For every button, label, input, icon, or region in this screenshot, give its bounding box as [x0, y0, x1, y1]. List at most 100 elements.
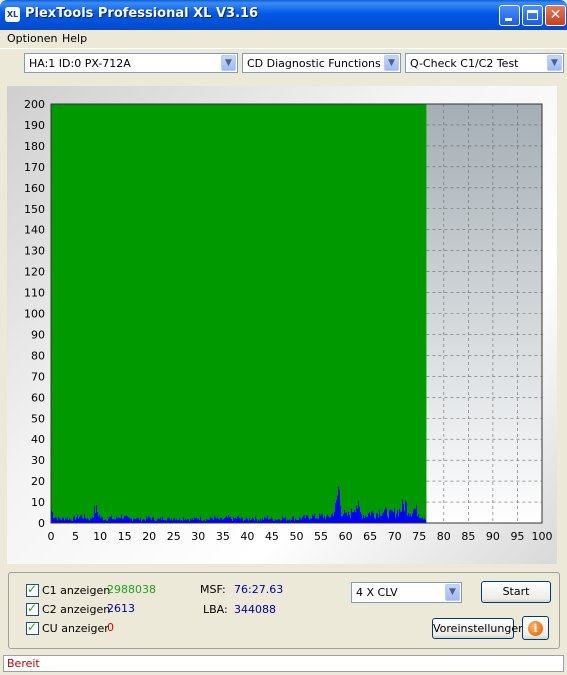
- menu-help[interactable]: Help: [62, 32, 87, 45]
- c1-bar: [69, 518, 70, 523]
- c1-bar: [63, 517, 64, 523]
- c1-bar: [160, 517, 161, 523]
- chevron-down-icon[interactable]: ▼: [445, 584, 460, 601]
- settings-button[interactable]: Voreinstellungen: [432, 618, 525, 639]
- c1-bar: [371, 511, 372, 523]
- c1-bar: [192, 518, 193, 523]
- function-select[interactable]: CD Diagnostic Functions ▼: [242, 53, 401, 73]
- c1-bar: [162, 516, 163, 523]
- c1-bar: [83, 518, 84, 523]
- c1-bar: [239, 518, 240, 523]
- c1-bar: [255, 516, 256, 523]
- y-tick-label: 20: [31, 475, 45, 488]
- c1-bar: [216, 518, 217, 523]
- c1-bar: [112, 519, 113, 523]
- x-tick-label: 20: [142, 530, 156, 543]
- c1-bar: [368, 513, 369, 523]
- c1-bar: [299, 517, 300, 523]
- c1-bar: [113, 519, 114, 523]
- c1-bar: [319, 513, 320, 523]
- c1-bar: [283, 518, 284, 523]
- cu-checkbox[interactable]: ✓: [26, 620, 39, 635]
- c1-bar: [105, 519, 106, 523]
- c1-bar: [393, 512, 394, 523]
- y-tick-label: 120: [24, 266, 45, 279]
- c1-bar: [185, 518, 186, 523]
- c1-bar: [209, 518, 210, 523]
- c1-bar: [370, 515, 371, 523]
- x-tick-label: 75: [412, 530, 426, 543]
- maximize-button[interactable]: [522, 5, 543, 26]
- x-tick-label: 15: [118, 530, 132, 543]
- c1-bar: [309, 519, 310, 523]
- c1-checkbox[interactable]: ✓: [26, 582, 39, 597]
- c1-bar: [266, 518, 267, 523]
- c1-bar: [359, 506, 360, 523]
- drive-select[interactable]: HA:1 ID:0 PX-712A ▼: [24, 53, 238, 73]
- c1-bar: [153, 517, 154, 523]
- chevron-down-icon[interactable]: ▼: [221, 55, 236, 71]
- c1-bar: [94, 506, 95, 523]
- c1-bar: [315, 518, 316, 523]
- c1-bar: [358, 500, 359, 523]
- c1-bar: [308, 517, 309, 523]
- x-tick-label: 10: [93, 530, 107, 543]
- c1-bar: [356, 506, 357, 523]
- x-tick-label: 30: [191, 530, 205, 543]
- c1-bar: [129, 518, 130, 523]
- c1-bar: [88, 519, 89, 523]
- menu-optionen[interactable]: Optionen: [7, 32, 57, 45]
- c1-bar: [395, 517, 396, 523]
- c1-bar: [99, 514, 100, 523]
- c1-bar: [122, 519, 123, 523]
- c1-bar: [398, 516, 399, 523]
- c1-bar: [324, 516, 325, 523]
- c1-bar: [198, 518, 199, 523]
- c2-checkbox[interactable]: ✓: [26, 601, 39, 616]
- c1-bar: [140, 517, 141, 523]
- minimize-icon: [505, 18, 512, 21]
- c1-bar: [328, 516, 329, 523]
- y-tick-label: 0: [38, 517, 45, 530]
- start-button[interactable]: Start: [481, 581, 551, 603]
- c1-bar: [272, 519, 273, 523]
- c1-bar: [183, 517, 184, 523]
- chevron-down-icon[interactable]: ▼: [384, 55, 399, 71]
- c1-bar: [293, 516, 294, 523]
- c1-bar: [269, 519, 270, 523]
- c1-bar: [127, 516, 128, 523]
- c1-bar: [102, 517, 103, 523]
- c1-bar: [420, 517, 421, 523]
- c1-bar: [307, 515, 308, 523]
- c1-bar: [262, 518, 263, 523]
- c1-bar: [361, 513, 362, 523]
- c1-bar: [130, 518, 131, 523]
- c1-bar: [121, 514, 122, 523]
- y-tick-label: 80: [31, 349, 45, 362]
- toolbar: HA:1 ID:0 PX-712A ▼ CD Diagnostic Functi…: [0, 48, 567, 79]
- speed-select[interactable]: 4 X CLV ▼: [351, 582, 462, 603]
- c1-bar: [87, 518, 88, 523]
- c1-bar: [150, 518, 151, 523]
- c1-bar: [354, 510, 355, 523]
- chevron-down-icon[interactable]: ▼: [547, 55, 562, 71]
- chart-svg: 0102030405060708090100110120130140150160…: [24, 98, 553, 543]
- c1-bar: [376, 513, 377, 523]
- y-tick-label: 170: [24, 161, 45, 174]
- c1-bar: [306, 515, 307, 523]
- close-button[interactable]: ✕: [545, 5, 566, 26]
- test-select[interactable]: Q-Check C1/C2 Test ▼: [405, 53, 564, 73]
- c1-bar: [415, 509, 416, 523]
- y-tick-label: 10: [31, 496, 45, 509]
- c1-bar: [419, 517, 420, 523]
- c1-bar: [158, 518, 159, 523]
- x-tick-label: 65: [363, 530, 377, 543]
- c1-bar: [267, 515, 268, 523]
- info-button[interactable]: i: [522, 616, 549, 640]
- minimize-button[interactable]: [499, 5, 520, 26]
- c1-bar: [174, 517, 175, 523]
- c1-bar: [234, 518, 235, 523]
- cu-label: CU anzeiger: [42, 622, 109, 635]
- window-title: PlexTools Professional XL V3.16: [25, 6, 259, 21]
- c1-bar: [256, 518, 257, 523]
